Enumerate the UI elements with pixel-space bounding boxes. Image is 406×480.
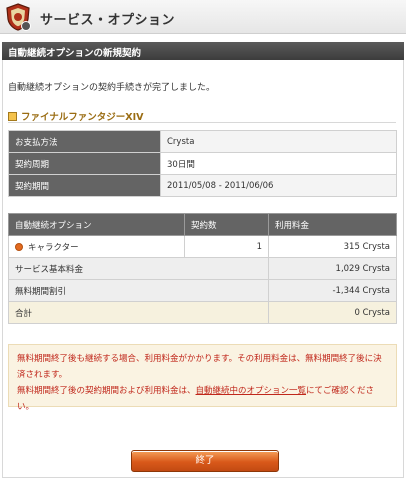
- contract-info-table: お支払方法 Crysta 契約周期 30日間 契約期間 2011/05/08 -…: [8, 130, 397, 197]
- total-value: 0 Crysta: [268, 301, 397, 324]
- options-table: 自動継続オプション 契約数 利用料金 キャラクター 1 315 Crysta サ…: [8, 213, 397, 324]
- completion-message: 自動継続オプションの契約手続きが完了しました。: [8, 83, 216, 93]
- notice-text: 無料期間終了後の契約期間および利用料金は、: [17, 386, 196, 396]
- option-name: キャラクター: [28, 242, 79, 253]
- option-name-cell: キャラクター: [8, 235, 185, 258]
- option-fee: 315 Crysta: [268, 235, 397, 258]
- total-label: 合計: [8, 301, 269, 324]
- app-header: サービス・オプション: [0, 0, 406, 34]
- notice-box: 無料期間終了後も継続する場合、利用料金がかかります。その利用料金は、無料期間終了…: [8, 344, 397, 412]
- discount-label: 無料期間割引: [8, 279, 269, 302]
- orange-bullet-icon: [15, 242, 23, 251]
- info-value: 2011/05/08 - 2011/06/06: [160, 174, 397, 197]
- option-count: 1: [184, 235, 269, 258]
- base-fee-row: サービス基本料金 1,029 Crysta: [8, 257, 397, 280]
- shield-emblem-icon: [6, 3, 31, 31]
- finish-button[interactable]: 終了: [131, 450, 279, 472]
- base-fee-label: サービス基本料金: [8, 257, 269, 280]
- table-row: キャラクター 1 315 Crysta: [8, 235, 397, 258]
- info-value: Crysta: [160, 130, 397, 153]
- info-row-period: 契約期間 2011/05/08 - 2011/06/06: [8, 174, 397, 197]
- info-label: 契約周期: [8, 152, 161, 175]
- discount-value: -1,344 Crysta: [268, 279, 397, 302]
- active-options-link[interactable]: 自動継続中のオプション一覧: [196, 386, 307, 396]
- info-label: 契約期間: [8, 174, 161, 197]
- total-row: 合計 0 Crysta: [8, 301, 397, 324]
- options-header-row: 自動継続オプション 契約数 利用料金: [8, 213, 397, 236]
- info-label: お支払方法: [8, 130, 161, 153]
- info-row-payment: お支払方法 Crysta: [8, 130, 397, 153]
- game-title: ファイナルファンタジーXIV: [21, 112, 144, 123]
- game-heading: ファイナルファンタジーXIV: [8, 109, 144, 123]
- column-header-option: 自動継続オプション: [8, 213, 185, 236]
- base-fee-value: 1,029 Crysta: [268, 257, 397, 280]
- dialog-title-bar: 自動継続オプションの新規契約: [2, 42, 404, 60]
- divider: [8, 122, 396, 123]
- discount-row: 無料期間割引 -1,344 Crysta: [8, 279, 397, 302]
- column-header-count: 契約数: [184, 213, 269, 236]
- info-row-cycle: 契約周期 30日間: [8, 152, 397, 175]
- page-title: サービス・オプション: [40, 13, 176, 28]
- notice-line-2: 無料期間終了後の契約期間および利用料金は、自動継続中のオプション一覧にてご確認く…: [17, 383, 388, 415]
- column-header-fee: 利用料金: [268, 213, 397, 236]
- game-icon: [8, 111, 17, 121]
- notice-line-1: 無料期間終了後も継続する場合、利用料金がかかります。その利用料金は、無料期間終了…: [17, 354, 382, 380]
- info-value: 30日間: [160, 152, 397, 175]
